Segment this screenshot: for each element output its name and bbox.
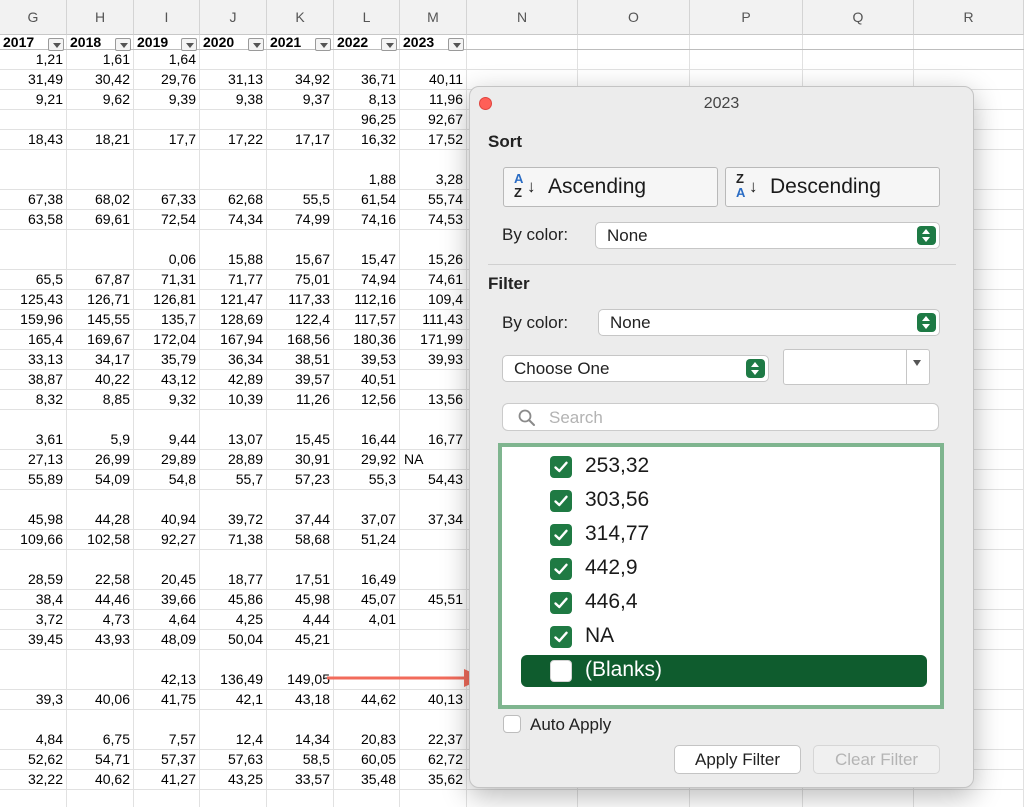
filter-section-label: Filter — [488, 274, 530, 293]
checkbox-checked-icon[interactable] — [550, 592, 572, 614]
sort-ascending-button[interactable]: A Z ↓ Ascending — [503, 167, 718, 207]
list-item[interactable]: 253,32 — [521, 451, 927, 483]
search-icon — [518, 409, 535, 426]
filter-by-color-select[interactable]: None — [598, 309, 940, 336]
condition-select[interactable]: Choose One — [502, 355, 769, 382]
chevron-updown-icon — [746, 359, 765, 378]
filter-by-color-value: None — [610, 313, 651, 332]
list-item[interactable]: 446,4 — [521, 587, 927, 619]
list-item-label: 253,32 — [585, 454, 650, 477]
checkbox-checked-icon[interactable] — [550, 558, 572, 580]
list-item-label: 314,77 — [585, 522, 650, 545]
sort-ascending-icon: A Z ↓ — [514, 171, 536, 200]
auto-apply-label: Auto Apply — [530, 715, 612, 734]
checkbox-checked-icon[interactable] — [550, 456, 572, 478]
ascending-label: Ascending — [548, 175, 647, 198]
chevron-updown-icon — [917, 313, 936, 332]
list-item-label: 446,4 — [585, 590, 638, 613]
checkbox-checked-icon[interactable] — [550, 490, 572, 512]
list-item[interactable]: (Blanks) — [521, 655, 927, 687]
list-item[interactable]: 314,77 — [521, 519, 927, 551]
chevron-updown-icon — [917, 226, 936, 245]
criteria-combobox[interactable] — [783, 349, 930, 385]
list-item[interactable]: NA — [521, 621, 927, 653]
list-item-label: 303,56 — [585, 488, 650, 511]
dropdown-arrow-icon[interactable] — [906, 350, 929, 384]
sort-by-color-label: By color: — [502, 225, 569, 244]
list-item-label: (Blanks) — [585, 658, 663, 681]
checkbox-checked-icon[interactable] — [550, 524, 572, 546]
close-icon[interactable] — [479, 97, 492, 110]
clear-filter-button[interactable]: Clear Filter — [813, 745, 940, 774]
list-item[interactable]: 303,56 — [521, 485, 927, 517]
sort-descending-button[interactable]: Z A ↓ Descending — [725, 167, 940, 207]
list-item[interactable]: 442,9 — [521, 553, 927, 585]
checkbox-unchecked-icon[interactable] — [550, 660, 572, 682]
sort-section-label: Sort — [488, 132, 522, 151]
search-field[interactable] — [502, 403, 939, 431]
condition-value: Choose One — [514, 359, 610, 378]
descending-label: Descending — [770, 175, 881, 198]
checkbox-checked-icon[interactable] — [550, 626, 572, 648]
sort-by-color-select[interactable]: None — [595, 222, 940, 249]
search-input[interactable] — [547, 407, 931, 429]
dialog-title: 2023 — [703, 95, 740, 112]
sort-by-color-value: None — [607, 226, 648, 245]
sort-descending-icon: Z A ↓ — [736, 171, 758, 200]
apply-filter-button[interactable]: Apply Filter — [674, 745, 801, 774]
filter-by-color-label: By color: — [502, 313, 569, 332]
list-item-label: 442,9 — [585, 556, 638, 579]
autofilter-dialog: 2023 Sort A Z ↓ Ascending Z A ↓ Descending B… — [469, 86, 974, 788]
divider — [488, 264, 956, 265]
filter-values-list[interactable]: 253,32 303,56 314,77 442,9 446,4 NA (Blanks) — [498, 443, 944, 709]
list-item-label: NA — [585, 624, 615, 647]
auto-apply-checkbox[interactable] — [503, 715, 521, 733]
